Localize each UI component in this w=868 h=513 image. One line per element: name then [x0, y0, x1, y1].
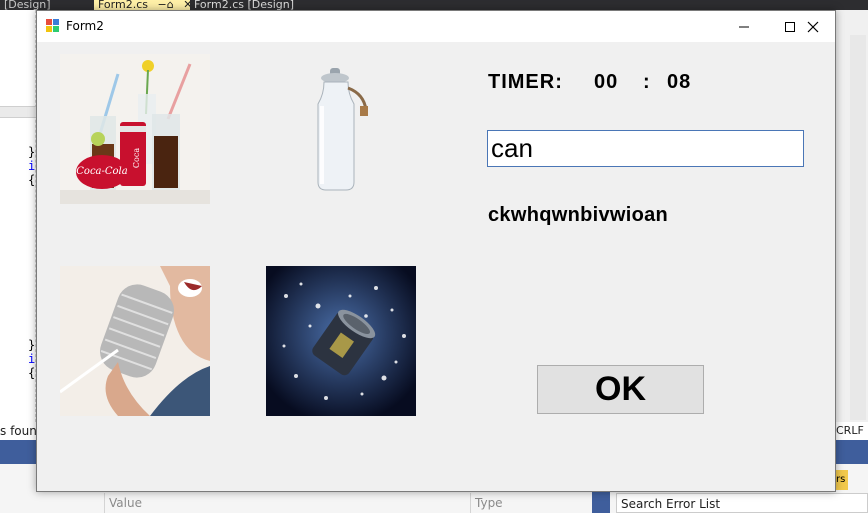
close-icon — [807, 21, 819, 32]
column-header-value[interactable]: Value — [104, 493, 470, 513]
form2-window: Form2 Coca Coca-Cola TIMER: 00: 08 can … — [36, 10, 836, 492]
picture-coca-cola[interactable]: Coca Coca-Cola — [60, 54, 210, 204]
close-button[interactable] — [790, 11, 836, 42]
window-title: Form2 — [66, 19, 104, 33]
pin-icon[interactable]: −⌂ — [157, 0, 173, 10]
ide-status-text: s found — [0, 422, 36, 440]
ide-tab-form2-cs[interactable]: Form2.cs −⌂ ✕ — [94, 0, 190, 10]
timer-separator: : — [643, 71, 651, 93]
picture-milk-can[interactable] — [266, 54, 416, 204]
close-icon[interactable]: ✕ — [183, 0, 190, 10]
code-line: } — [28, 338, 36, 352]
timer-minutes: 00 — [594, 71, 619, 93]
timer-seconds: 08 — [667, 71, 692, 93]
filter-button[interactable]: rs — [836, 470, 848, 490]
ide-scrollbar[interactable] — [850, 35, 866, 420]
ide-tab-design[interactable]: [Design] — [0, 0, 52, 10]
scrambled-word: ckwhqwnbivwioan — [488, 204, 669, 226]
minimize-icon — [739, 26, 749, 27]
column-header-type[interactable]: Type — [470, 493, 590, 513]
editor-ruler — [0, 106, 36, 118]
timer-label: TIMER: — [488, 71, 563, 93]
svg-text:Coca: Coca — [132, 148, 141, 168]
ide-tab-label: Form2.cs — [98, 0, 148, 10]
search-error-list-input[interactable]: Search Error List — [616, 493, 868, 513]
ok-button[interactable]: OK — [537, 365, 704, 414]
tin-can-phone-image — [60, 266, 210, 416]
code-line: } — [28, 145, 36, 159]
code-line: i — [28, 159, 36, 173]
ide-tab-form2-design[interactable]: Form2.cs [Design] — [190, 0, 330, 10]
picture-can-splash[interactable] — [266, 266, 416, 416]
code-line: { — [28, 173, 36, 187]
milk-can-image — [266, 54, 416, 204]
code-line: i — [28, 352, 36, 366]
coca-cola-image: Coca Coca-Cola — [60, 54, 210, 204]
form-icon — [46, 19, 60, 33]
answer-input[interactable] — [487, 130, 804, 167]
ide-line-ending: CRLF — [836, 422, 868, 440]
minimize-button[interactable] — [721, 11, 767, 42]
title-bar[interactable]: Form2 — [37, 11, 835, 42]
svg-text:Coca-Cola: Coca-Cola — [76, 166, 127, 177]
picture-tin-can-telephone[interactable] — [60, 266, 210, 416]
code-line: { — [28, 366, 36, 380]
can-splash-image — [266, 266, 416, 416]
